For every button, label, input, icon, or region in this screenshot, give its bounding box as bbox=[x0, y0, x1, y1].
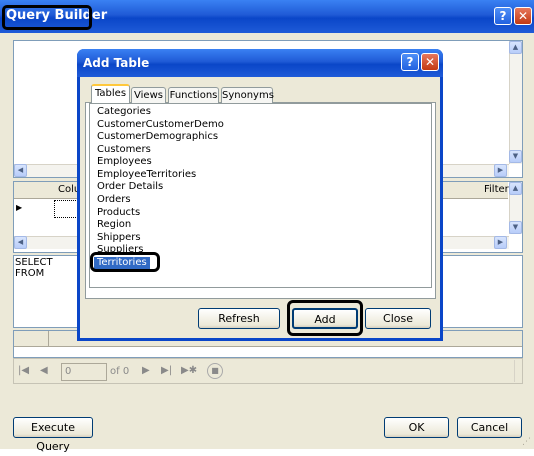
move-last-icon[interactable]: ▶| bbox=[161, 365, 172, 376]
list-item[interactable]: Products bbox=[97, 207, 140, 219]
help-icon[interactable]: ? bbox=[401, 53, 419, 71]
results-row-header bbox=[14, 331, 49, 347]
list-item[interactable]: Categories bbox=[97, 106, 151, 118]
scroll-up-icon[interactable]: ▲ bbox=[509, 41, 522, 54]
list-item[interactable]: Customers bbox=[97, 144, 151, 156]
add-button-highlight-box bbox=[287, 300, 363, 336]
cancel-button[interactable]: Cancel bbox=[457, 417, 522, 438]
add-table-title: Add Table bbox=[83, 56, 150, 70]
sql-select-line: SELECT bbox=[15, 257, 53, 268]
refresh-button[interactable]: Refresh bbox=[198, 308, 280, 329]
scroll-up-icon[interactable]: ▲ bbox=[509, 182, 522, 195]
close-icon[interactable]: ✕ bbox=[514, 7, 532, 25]
ok-button[interactable]: OK bbox=[384, 417, 449, 438]
filter-header: Filter bbox=[484, 184, 509, 195]
scroll-right-icon[interactable]: ▶ bbox=[494, 236, 507, 249]
list-item[interactable]: Orders bbox=[97, 194, 131, 206]
list-item[interactable]: CustomerDemographics bbox=[97, 131, 218, 143]
list-item[interactable]: Shippers bbox=[97, 232, 141, 244]
resize-grip-icon[interactable]: ⋰ bbox=[522, 437, 531, 447]
title-highlight-box bbox=[2, 5, 92, 30]
list-item[interactable]: Order Details bbox=[97, 181, 163, 193]
scroll-right-icon[interactable]: ▶ bbox=[494, 164, 507, 177]
position-input[interactable]: 0 bbox=[61, 363, 107, 381]
record-count-label: of 0 bbox=[110, 366, 130, 377]
stop-icon[interactable]: ■ bbox=[207, 363, 223, 379]
tab-synonyms[interactable]: Synonyms bbox=[221, 87, 274, 104]
tab-views[interactable]: Views bbox=[131, 87, 166, 104]
help-icon[interactable]: ? bbox=[494, 7, 512, 25]
scroll-down-icon[interactable]: ▼ bbox=[509, 221, 522, 234]
close-button[interactable]: Close bbox=[365, 308, 431, 329]
diagram-vertical-scrollbar[interactable] bbox=[509, 41, 522, 164]
list-item[interactable]: Employees bbox=[97, 156, 152, 168]
row-marker: ▶ bbox=[16, 203, 23, 212]
add-new-icon[interactable]: ▶✱ bbox=[181, 365, 197, 376]
scroll-left-icon[interactable]: ◀ bbox=[14, 236, 27, 249]
list-item[interactable]: CustomerCustomerDemo bbox=[97, 119, 224, 131]
scroll-down-icon[interactable]: ▼ bbox=[509, 150, 522, 163]
list-item[interactable]: Region bbox=[97, 219, 131, 231]
scroll-left-icon[interactable]: ◀ bbox=[14, 164, 27, 177]
tab-functions[interactable]: Functions bbox=[168, 87, 219, 104]
move-next-icon[interactable]: ▶ bbox=[142, 365, 150, 376]
tab-tables[interactable]: Tables bbox=[91, 84, 130, 104]
sql-from-line: FROM bbox=[15, 268, 45, 279]
execute-query-button[interactable]: Execute Query bbox=[13, 417, 93, 453]
close-icon[interactable]: ✕ bbox=[421, 53, 439, 71]
navigator-scrollbar[interactable] bbox=[514, 360, 522, 382]
move-first-icon[interactable]: |◀ bbox=[18, 365, 29, 376]
selected-item-highlight-box bbox=[90, 252, 160, 272]
list-item[interactable]: EmployeeTerritories bbox=[97, 169, 196, 181]
move-previous-icon[interactable]: ◀ bbox=[40, 365, 48, 376]
